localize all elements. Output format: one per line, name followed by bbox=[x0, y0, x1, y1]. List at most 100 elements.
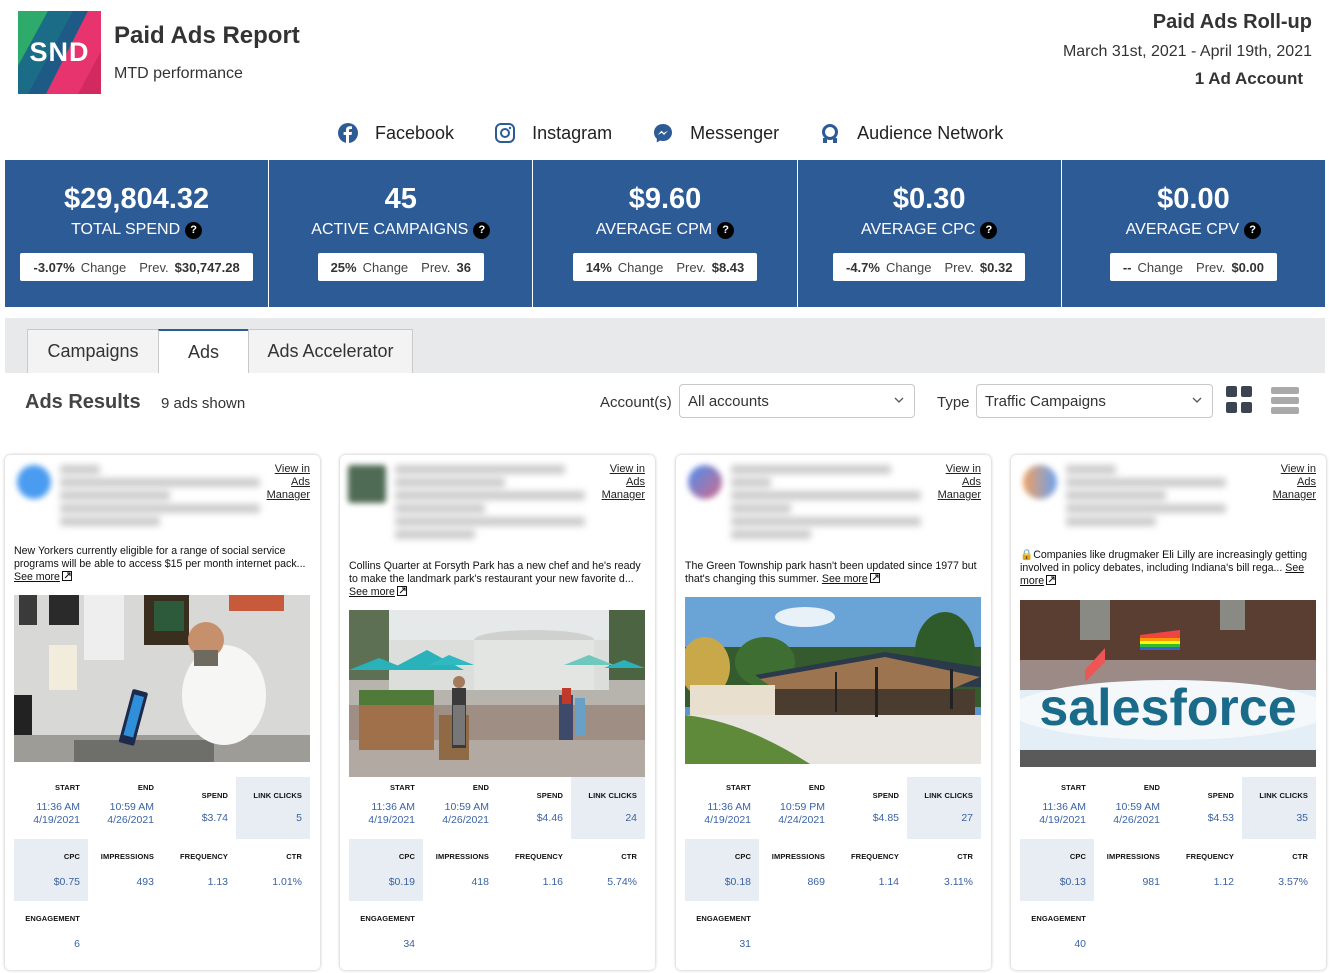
ad-account-count: 1 Ad Account bbox=[1194, 69, 1303, 88]
external-link-icon bbox=[61, 571, 72, 581]
see-more-link[interactable]: See more bbox=[349, 586, 395, 598]
report-title: Paid Ads Report bbox=[114, 22, 300, 49]
ad-image-caption: salesforce bbox=[1039, 679, 1296, 737]
view-in-ads-manager-link[interactable]: View in Ads Manager bbox=[267, 463, 310, 502]
view-in-ads-manager-link[interactable]: View in Ads Manager bbox=[1273, 463, 1316, 502]
account-select-value: All accounts bbox=[688, 392, 769, 410]
spend-label: SPEND bbox=[872, 791, 899, 800]
frequency-label: FREQUENCY bbox=[851, 852, 899, 861]
engagement-label: ENGAGEMENT bbox=[1031, 914, 1086, 923]
impressions-value: 869 bbox=[807, 876, 825, 888]
platform-label: Messenger bbox=[690, 122, 780, 143]
help-icon[interactable]: ? bbox=[185, 221, 203, 239]
ctr-value: 1.01% bbox=[272, 876, 302, 888]
spend-value: $4.46 bbox=[536, 812, 563, 824]
help-icon[interactable]: ? bbox=[980, 221, 998, 239]
tab-bar: Campaigns Ads Ads Accelerator bbox=[5, 318, 1325, 373]
prev-label: Prev. bbox=[421, 259, 451, 275]
paid-ads-report-page: SND Paid Ads Report MTD performance Paid… bbox=[0, 0, 1332, 973]
platform-facebook[interactable]: Facebook bbox=[337, 122, 454, 144]
tab-campaigns[interactable]: Campaigns bbox=[27, 329, 159, 373]
help-icon[interactable]: ? bbox=[717, 221, 735, 239]
start-value: 11:36 AM 4/19/2021 bbox=[368, 801, 415, 826]
rollup-summary: Paid Ads Roll-up March 31st, 2021 - Apri… bbox=[1063, 11, 1312, 89]
end-label: END bbox=[1143, 783, 1160, 792]
ad-card: View in Ads Manager 🔒Companies like drugma… bbox=[1011, 455, 1326, 970]
frequency-value: 1.16 bbox=[542, 876, 563, 888]
cpc-value: $0.19 bbox=[388, 876, 415, 888]
chevron-down-icon bbox=[1192, 397, 1202, 403]
results-title: Ads Results bbox=[25, 391, 141, 413]
page-avatar bbox=[348, 465, 386, 503]
platform-label: Instagram bbox=[532, 122, 613, 143]
help-icon[interactable]: ? bbox=[1244, 221, 1262, 239]
kpi-label: AVERAGE CPC bbox=[861, 221, 976, 238]
view-in-ads-manager-link[interactable]: View in Ads Manager bbox=[602, 463, 645, 502]
kpi-value: $29,804.32 bbox=[64, 183, 210, 215]
end-label: END bbox=[472, 783, 489, 792]
redacted-ad-details bbox=[731, 465, 931, 543]
kpi-change-box: -4.7% Change Prev. $0.32 bbox=[832, 253, 1026, 281]
view-in-ads-manager-link[interactable]: View in Ads Manager bbox=[938, 463, 981, 502]
engagement-value: 6 bbox=[74, 938, 80, 950]
account-select[interactable]: All accounts bbox=[679, 384, 915, 418]
change-label: Change bbox=[617, 259, 664, 275]
end-value: 10:59 AM 4/26/2021 bbox=[107, 801, 154, 826]
help-icon[interactable]: ? bbox=[473, 221, 491, 239]
account-filter-label: Account(s) bbox=[600, 394, 672, 411]
ad-card: View in Ads Manager Collins Quarter at For… bbox=[340, 455, 655, 970]
ctr-label: CTR bbox=[957, 852, 973, 861]
cpc-label: CPC bbox=[63, 852, 80, 861]
ad-image bbox=[685, 597, 981, 764]
ad-metrics: START 11:36 AM 4/19/2021 END 10:59 AM 4/26/2… bbox=[1020, 777, 1316, 963]
tab-ads-accelerator[interactable]: Ads Accelerator bbox=[248, 329, 413, 373]
end-value: 10:59 PM 4/24/2021 bbox=[778, 801, 825, 826]
grid-icon bbox=[1226, 386, 1252, 413]
ad-body-text: New Yorkers currently eligible for a ran… bbox=[14, 545, 306, 583]
ctr-label: CTR bbox=[286, 852, 302, 861]
engagement-value: 34 bbox=[403, 938, 415, 950]
page-avatar bbox=[17, 465, 51, 499]
kpi-change-box: 25% Change Prev. 36 bbox=[317, 253, 485, 281]
change-label: Change bbox=[885, 259, 932, 275]
start-value: 11:36 AM 4/19/2021 bbox=[704, 801, 751, 826]
platform-label: Facebook bbox=[375, 122, 455, 143]
change-value: 14% bbox=[585, 259, 612, 275]
kpi-average-cpm: $9.60 AVERAGE CPM? 14% Change Prev. $8.43 bbox=[533, 160, 798, 307]
start-value: 11:36 AM 4/19/2021 bbox=[1039, 801, 1086, 826]
type-filter-label: Type bbox=[937, 394, 970, 411]
link-clicks-label: LINK CLICKS bbox=[1259, 791, 1308, 800]
see-more-link[interactable]: See more bbox=[822, 573, 868, 585]
type-select[interactable]: Traffic Campaigns bbox=[976, 384, 1213, 418]
list-view-button[interactable] bbox=[1271, 387, 1299, 419]
change-label: Change bbox=[80, 259, 127, 275]
impressions-label: IMPRESSIONS bbox=[435, 852, 489, 861]
ad-image bbox=[349, 610, 645, 777]
kpi-band: $29,804.32 TOTAL SPEND? -3.07% Change Prev… bbox=[5, 160, 1326, 307]
ad-metrics: START 11:36 AM 4/19/2021 END 10:59 PM 4/24/2… bbox=[685, 777, 981, 963]
tab-ads[interactable]: Ads bbox=[158, 329, 249, 373]
change-value: -3.07% bbox=[33, 259, 75, 275]
engagement-label: ENGAGEMENT bbox=[25, 914, 80, 923]
platform-instagram[interactable]: Instagram bbox=[494, 122, 612, 144]
platform-messenger[interactable]: Messenger bbox=[652, 122, 779, 144]
grid-view-button[interactable] bbox=[1226, 386, 1253, 419]
frequency-value: 1.12 bbox=[1213, 876, 1234, 888]
prev-label: Prev. bbox=[676, 259, 706, 275]
start-label: START bbox=[1061, 783, 1086, 792]
prev-value: $8.43 bbox=[711, 259, 745, 275]
kpi-label: AVERAGE CPM bbox=[595, 221, 713, 238]
page-avatar bbox=[688, 465, 722, 499]
impressions-value: 981 bbox=[1142, 876, 1160, 888]
kpi-change-box: -3.07% Change Prev. $30,747.28 bbox=[20, 253, 253, 281]
engagement-label: ENGAGEMENT bbox=[360, 914, 415, 923]
ctr-value: 3.11% bbox=[944, 876, 973, 888]
prev-label: Prev. bbox=[139, 259, 169, 275]
list-icon bbox=[1271, 387, 1299, 414]
impressions-label: IMPRESSIONS bbox=[100, 852, 154, 861]
spend-label: SPEND bbox=[1207, 791, 1234, 800]
type-select-value: Traffic Campaigns bbox=[985, 392, 1106, 410]
platform-audience-network[interactable]: Audience Network bbox=[819, 122, 1003, 144]
spend-value: $4.53 bbox=[1207, 812, 1234, 824]
see-more-link[interactable]: See more bbox=[14, 571, 60, 583]
